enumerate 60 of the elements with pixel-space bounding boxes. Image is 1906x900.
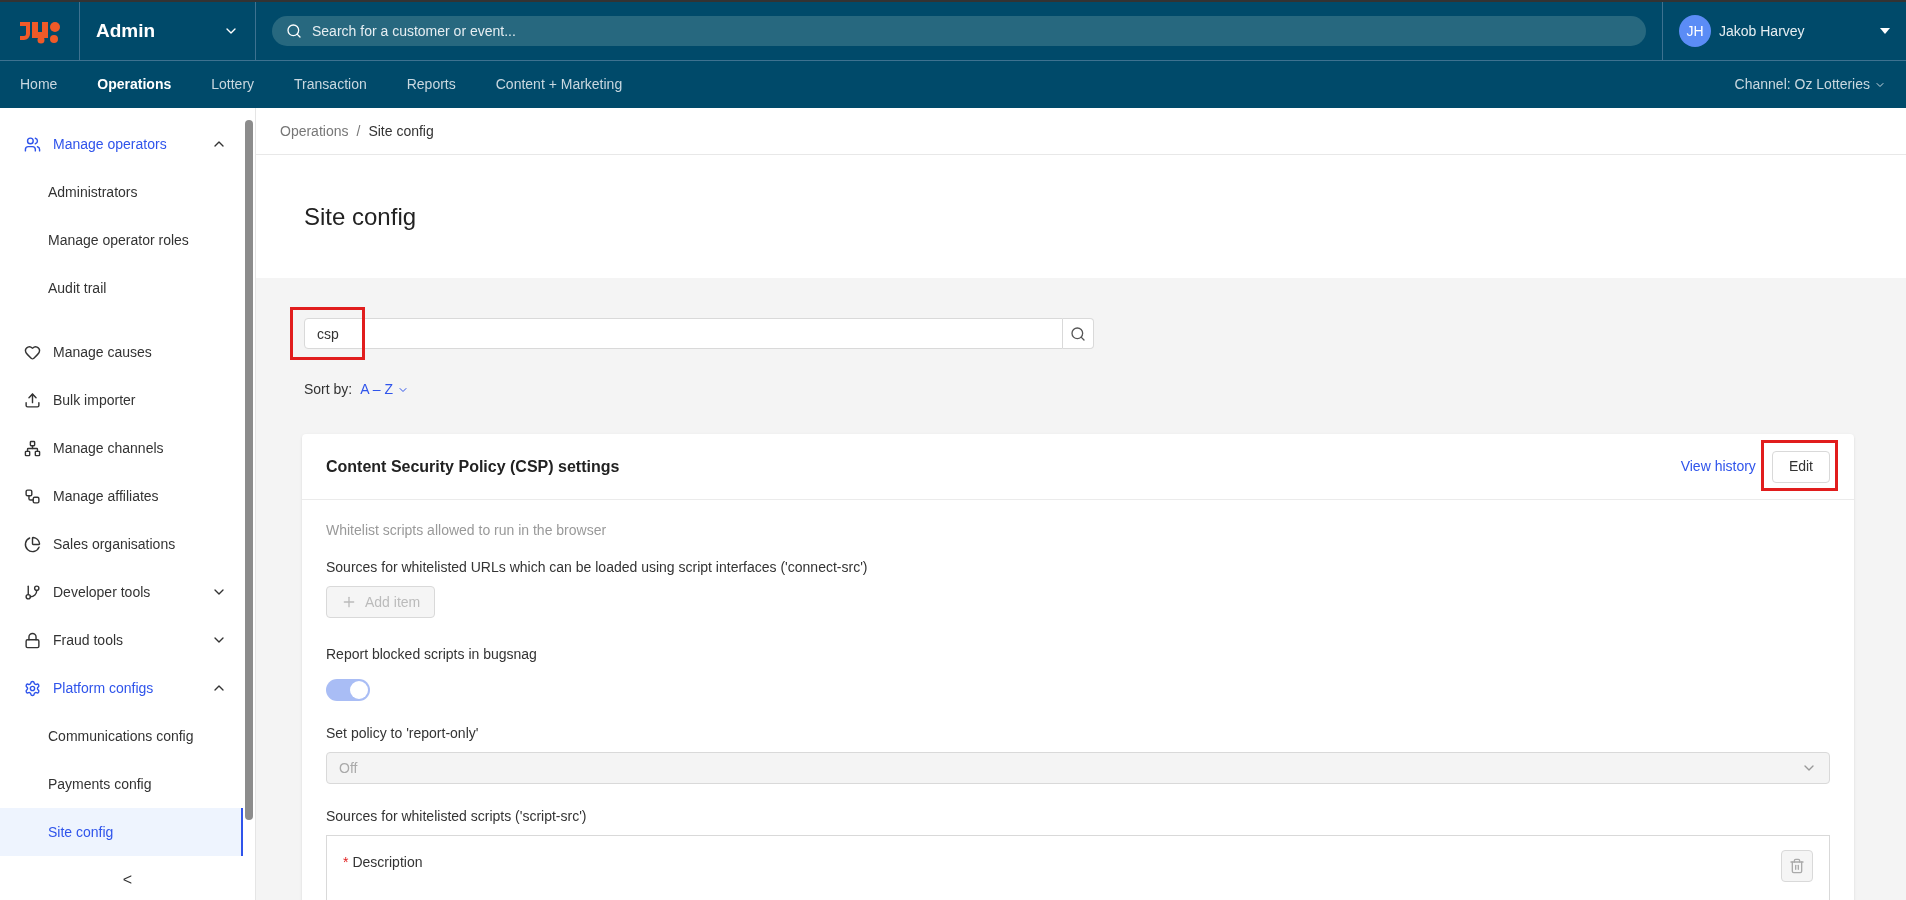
sidebar-item[interactable]: Manage causes xyxy=(0,328,243,376)
breadcrumb-item[interactable]: Operations xyxy=(280,120,349,142)
nav-tab[interactable]: Operations xyxy=(97,74,172,95)
nav-tab[interactable]: Content + Marketing xyxy=(495,74,623,95)
field-label: Sources for whitelisted URLs which can be loaded using script interfaces ('connect-src') xyxy=(326,558,869,577)
search-field[interactable]: Search for a customer or event... xyxy=(272,16,1646,46)
nav-tab[interactable]: Transaction xyxy=(294,74,367,95)
sidebar-item[interactable]: Developer tools xyxy=(0,568,243,616)
search-icon xyxy=(1070,325,1086,342)
page-title: Site config xyxy=(304,201,417,232)
collapse-button[interactable]: < xyxy=(0,860,255,900)
search-button[interactable] xyxy=(1063,318,1094,349)
sidebar-item[interactable]: Manage channels xyxy=(0,424,243,472)
view-history-link[interactable]: View history xyxy=(1680,456,1756,477)
field-label: Set policy to 'report-only' xyxy=(326,724,480,743)
hint-text: Whitelist scripts allowed to run in the browser xyxy=(326,521,608,540)
sidebar-subitem[interactable]: Manage operator roles xyxy=(0,216,243,264)
required-mark: * xyxy=(343,853,349,872)
diagram-icon xyxy=(24,487,41,505)
nodes-icon xyxy=(24,439,41,457)
pie-chart-icon xyxy=(24,535,41,553)
field-label: Sources for whitelisted scripts ('script-src') xyxy=(326,807,588,826)
filter-field[interactable]: csp xyxy=(304,318,1063,349)
gear-icon xyxy=(24,679,41,697)
users-icon xyxy=(24,135,41,153)
field-label: Report blocked scripts in bugsnag xyxy=(326,645,538,664)
scrollbar[interactable] xyxy=(245,120,253,820)
sidebar-item[interactable]: Fraud tools xyxy=(0,616,243,664)
sidebar-item[interactable]: Platform configs xyxy=(0,664,243,712)
sidebar-item[interactable]: Sales organisations xyxy=(0,520,243,568)
sidebar-item[interactable]: Manage operators xyxy=(0,120,243,168)
breadcrumb-item: Site config xyxy=(368,121,434,141)
lock-icon xyxy=(24,631,41,649)
trash-icon xyxy=(1789,858,1805,874)
breadcrumb-separator: / xyxy=(356,121,361,141)
sort-dropdown[interactable]: A – Z xyxy=(360,379,409,400)
sort-label: Sort by: xyxy=(304,380,353,399)
sidebar-subitem[interactable]: Audit trail xyxy=(0,264,243,312)
sidebar-item[interactable]: Bulk importer xyxy=(0,376,243,424)
plus-icon xyxy=(341,594,357,610)
search-icon xyxy=(286,23,302,39)
heart-icon xyxy=(24,343,41,361)
card-title: Content Security Policy (CSP) settings xyxy=(326,456,621,477)
edit-button[interactable]: Edit xyxy=(1771,450,1830,483)
upload-icon xyxy=(24,391,41,409)
app-title: Admin xyxy=(96,18,156,43)
sidebar-subitem[interactable]: Payments config xyxy=(0,760,243,808)
caret-icon[interactable] xyxy=(1880,28,1890,34)
nav-tab[interactable]: Reports xyxy=(406,74,456,95)
user-name[interactable]: Jakob Harvey xyxy=(1719,20,1872,42)
branch-icon xyxy=(24,583,41,601)
sidebar-subitem[interactable]: Site config xyxy=(0,808,243,856)
sidebar-subitem[interactable]: Communications config xyxy=(0,712,243,760)
field-label: Description xyxy=(352,853,423,872)
channel-selector[interactable]: Channel: Oz Lotteries xyxy=(1734,74,1886,95)
sidebar-subitem[interactable]: Administrators xyxy=(0,168,243,216)
nav-tab[interactable]: Lottery xyxy=(211,74,255,95)
sidebar-item[interactable]: Manage affiliates xyxy=(0,472,243,520)
avatar: JH xyxy=(1679,15,1711,47)
nav-tab[interactable]: Home xyxy=(20,74,58,95)
